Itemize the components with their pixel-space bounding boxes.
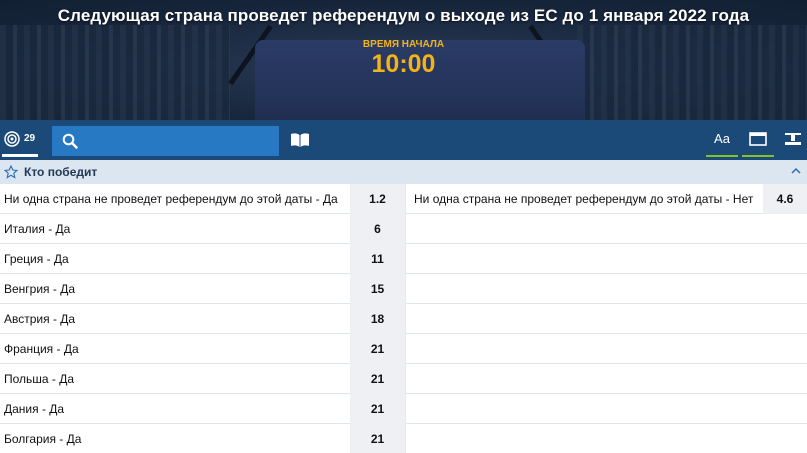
outcomes-list: Ни одна страна не проведет референдум до… (0, 184, 807, 453)
pin-button[interactable] (778, 120, 807, 157)
odds-button[interactable]: 18 (350, 304, 405, 334)
odds-button[interactable]: 6 (350, 214, 405, 244)
outcome-row: Венгрия - Да 15 (0, 274, 807, 304)
search-bar[interactable] (52, 126, 279, 156)
chevron-up-icon[interactable] (791, 166, 801, 176)
column-divider (405, 424, 406, 453)
active-tab-underline (2, 154, 38, 157)
start-time-label: ВРЕМЯ НАЧАЛА (362, 39, 445, 50)
odds-button[interactable]: 11 (350, 244, 405, 274)
font-size-underline (706, 155, 738, 157)
column-divider (405, 304, 406, 334)
star-icon[interactable] (4, 165, 18, 179)
window-underline (742, 155, 774, 157)
outcome-name: Ни одна страна не проведет референдум до… (4, 192, 338, 206)
event-title: Следующая страна проведет референдум о в… (57, 6, 750, 25)
outcome-name: Венгрия - Да (4, 282, 76, 296)
event-banner: Следующая страна проведет референдум о в… (0, 0, 807, 120)
outcome-row: Греция - Да 11 (0, 244, 807, 274)
outcome-name: Италия - Да (4, 222, 71, 236)
outcome-row: Франция - Да 21 (0, 334, 807, 364)
target-icon (4, 130, 20, 147)
odds-button[interactable]: 21 (350, 394, 405, 424)
outcome-name: Дания - Да (4, 402, 65, 416)
outcome-name: Франция - Да (4, 342, 79, 356)
column-divider (405, 274, 406, 304)
market-header[interactable]: Кто победит (0, 160, 807, 184)
outcome-row: Ни одна страна не проведет референдум до… (0, 184, 807, 214)
outcome-row: Италия - Да 6 (0, 214, 807, 244)
book-icon[interactable] (290, 132, 310, 148)
outcome-row: Австрия - Да 18 (0, 304, 807, 334)
odds-button[interactable]: 1.2 (350, 184, 405, 214)
odds-button[interactable]: 21 (350, 334, 405, 364)
column-divider (405, 394, 406, 424)
column-divider (405, 364, 406, 394)
column-divider (405, 214, 406, 244)
outcome-name: Болгария - Да (4, 432, 82, 446)
outcome-name: Австрия - Да (4, 312, 76, 326)
outcome-name: Ни одна страна не проведет референдум до… (414, 192, 754, 206)
font-size-button[interactable]: Aa (706, 120, 738, 157)
search-icon (62, 133, 78, 149)
odds-button[interactable]: 21 (350, 364, 405, 394)
pin-icon (784, 132, 801, 145)
outcome-name: Польша - Да (4, 372, 75, 386)
outcome-row: Польша - Да 21 (0, 364, 807, 394)
column-divider (405, 334, 406, 364)
markets-count: 29 (24, 133, 36, 144)
window-button[interactable] (742, 120, 774, 157)
market-toolbar: 29 Aa (0, 120, 807, 160)
column-divider (405, 244, 406, 274)
market-title: Кто победит (24, 165, 98, 179)
odds-button[interactable]: 21 (350, 424, 405, 453)
outcome-name: Греция - Да (4, 252, 69, 266)
odds-button[interactable]: 4.6 (763, 184, 807, 214)
start-time-value: 10:00 (371, 50, 436, 78)
markets-count-tab[interactable]: 29 (0, 120, 50, 157)
odds-button[interactable]: 15 (350, 274, 405, 304)
outcome-row: Дания - Да 21 (0, 394, 807, 424)
column-divider (405, 184, 406, 214)
outcome-row: Болгария - Да 21 (0, 424, 807, 453)
font-size-icon: Aa (714, 131, 730, 146)
window-icon (749, 131, 767, 146)
